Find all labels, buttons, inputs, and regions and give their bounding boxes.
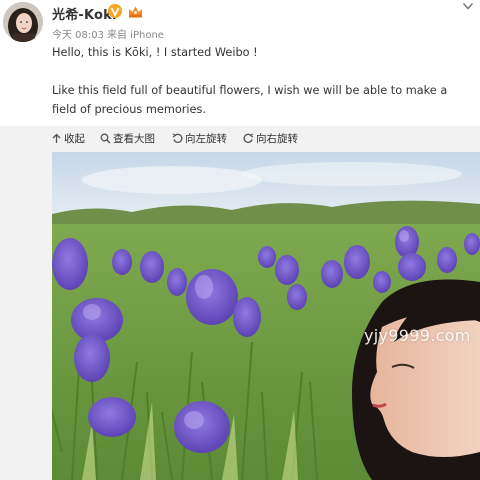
crown-icon — [129, 6, 142, 18]
view-large-label: 查看大图 — [113, 133, 155, 145]
iris-field-image — [52, 152, 480, 480]
arrow-up-icon — [52, 133, 61, 143]
rotate-left-button[interactable]: 向左旋转 — [172, 126, 227, 151]
view-large-button[interactable]: 查看大图 — [100, 126, 155, 151]
watermark: yjy9999.com — [364, 326, 471, 345]
username[interactable]: 光希-Koki — [52, 4, 117, 23]
post-text-line-2: Like this field full of beautiful flower… — [52, 84, 448, 116]
post-photo[interactable]: yjy9999.com — [52, 152, 480, 480]
rotate-right-label: 向右旋转 — [256, 133, 298, 145]
collapse-button[interactable]: 收起 — [51, 126, 85, 151]
post-source[interactable]: 来自 iPhone — [107, 30, 164, 41]
post-meta: 今天 08:03 来自 iPhone — [52, 26, 164, 41]
photo-container: yjy9999.com — [0, 151, 480, 480]
post-text-line-1: Hello, this is Kōki, ! I started Weibo ! — [52, 46, 258, 59]
collapse-label: 收起 — [64, 133, 85, 145]
avatar[interactable] — [3, 2, 43, 42]
rotate-right-icon — [243, 133, 254, 143]
post-header: 光希-Koki 今天 08:03 来自 iPhone — [0, 0, 480, 44]
rotate-left-icon — [172, 133, 183, 143]
rotate-left-label: 向左旋转 — [185, 133, 227, 145]
verified-badge-icon — [108, 4, 122, 18]
image-toolbar: 收起 查看大图 向左旋转 向右旋转 — [0, 126, 480, 151]
chevron-down-icon[interactable] — [462, 1, 474, 11]
magnifier-icon — [100, 133, 111, 144]
rotate-right-button[interactable]: 向右旋转 — [243, 126, 298, 151]
post-time[interactable]: 今天 08:03 — [52, 30, 104, 41]
